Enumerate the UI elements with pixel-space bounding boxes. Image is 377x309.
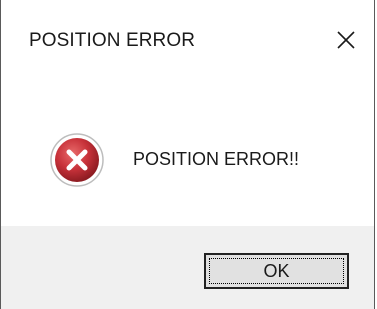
close-button[interactable] (330, 24, 362, 56)
ok-button-label: OK (263, 260, 290, 281)
error-icon (49, 132, 105, 188)
error-message: POSITION ERROR!! (133, 149, 300, 169)
dialog-content: POSITION ERROR!! (1, 86, 374, 226)
focus-rectangle: OK (209, 258, 344, 284)
window-title: POSITION ERROR (29, 30, 196, 51)
close-icon (337, 31, 355, 49)
title-bar[interactable]: POSITION ERROR (1, 0, 374, 86)
button-bar: OK (1, 226, 374, 309)
ok-button[interactable]: OK (204, 253, 349, 289)
error-dialog: POSITION ERROR POSITION ERROR!! OK (0, 0, 375, 309)
